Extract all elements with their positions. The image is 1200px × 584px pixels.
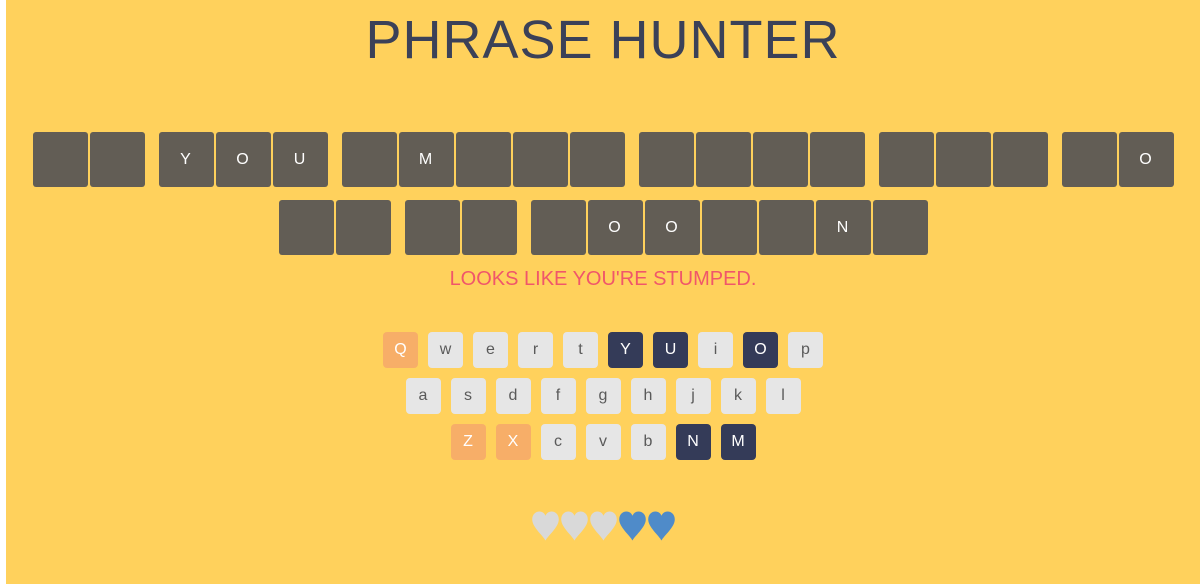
phrase-word: YOU (158, 132, 328, 187)
lost-heart-icon (531, 511, 559, 541)
key-p-button[interactable]: p (788, 332, 823, 368)
key-w-button[interactable]: w (428, 332, 463, 368)
key-i-button[interactable]: i (698, 332, 733, 368)
letter-tile-revealed: O (1118, 132, 1174, 187)
phrase-row: YOUMO (6, 132, 1200, 187)
keyboard-row: asdfghjkl (6, 378, 1200, 414)
key-f-button[interactable]: f (540, 378, 576, 414)
letter-tile-hidden (809, 132, 865, 187)
key-m-button[interactable]: M (720, 424, 756, 460)
lost-heart-icon (560, 511, 588, 541)
phrase-word (278, 200, 391, 255)
phrase-word: O (1061, 132, 1174, 187)
keyboard-row: QwertYUiOp (6, 332, 1200, 368)
key-e-button[interactable]: e (473, 332, 508, 368)
key-g-button[interactable]: g (585, 378, 621, 414)
key-k-button[interactable]: k (720, 378, 756, 414)
key-h-button[interactable]: h (630, 378, 666, 414)
status-message: LOOKS LIKE YOU'RE STUMPED. (449, 268, 757, 290)
key-n-button[interactable]: N (675, 424, 711, 460)
phrase-word (638, 132, 865, 187)
letter-tile-hidden (758, 200, 814, 255)
letter-tile-hidden (695, 132, 751, 187)
live-heart-icon (647, 511, 675, 541)
key-y-button[interactable]: Y (608, 332, 643, 368)
letter-tile-revealed: N (815, 200, 871, 255)
key-t-button[interactable]: t (563, 332, 598, 368)
letter-tile-revealed: Y (158, 132, 214, 187)
letter-tile-hidden (638, 132, 694, 187)
keyboard-row: ZXcvbNM (6, 424, 1200, 460)
letter-tile-revealed: O (644, 200, 700, 255)
letter-tile-hidden (992, 132, 1048, 187)
phrase-word: OO N (530, 200, 928, 255)
letter-tile-hidden (278, 200, 334, 255)
letter-tile-hidden (455, 132, 511, 187)
lost-heart-icon (589, 511, 617, 541)
key-s-button[interactable]: s (450, 378, 486, 414)
letter-tile-hidden (341, 132, 397, 187)
letter-tile-hidden (569, 132, 625, 187)
letter-tile-hidden (404, 200, 460, 255)
letter-tile-hidden (872, 200, 928, 255)
letter-tile-hidden (335, 200, 391, 255)
letter-tile-hidden (32, 132, 88, 187)
lives-scoreboard (6, 510, 1200, 542)
key-b-button[interactable]: b (630, 424, 666, 460)
key-v-button[interactable]: v (585, 424, 621, 460)
phrase-row: OO N (6, 200, 1200, 255)
key-z-button[interactable]: Z (450, 424, 486, 460)
letter-tile-revealed: O (587, 200, 643, 255)
key-o-button[interactable]: O (743, 332, 778, 368)
letter-tile-hidden (461, 200, 517, 255)
page-title: PHRASE HUNTER (365, 10, 841, 70)
letter-tile-hidden (752, 132, 808, 187)
letter-tile-revealed: U (272, 132, 328, 187)
key-l-button[interactable]: l (765, 378, 801, 414)
key-r-button[interactable]: r (518, 332, 553, 368)
key-x-button[interactable]: X (495, 424, 531, 460)
key-q-button[interactable]: Q (383, 332, 418, 368)
letter-tile-hidden (89, 132, 145, 187)
phrase-word: M (341, 132, 625, 187)
phrase-word (404, 200, 517, 255)
key-a-button[interactable]: a (405, 378, 441, 414)
key-j-button[interactable]: j (675, 378, 711, 414)
letter-tile-hidden (878, 132, 934, 187)
key-d-button[interactable]: d (495, 378, 531, 414)
letter-tile-hidden (935, 132, 991, 187)
key-u-button[interactable]: U (653, 332, 688, 368)
game-screen: PHRASE HUNTER YOUMO OON LOOKS LIKE YOU'R… (6, 0, 1200, 584)
key-c-button[interactable]: c (540, 424, 576, 460)
phrase-word (32, 132, 145, 187)
live-heart-icon (618, 511, 646, 541)
letter-tile-hidden (701, 200, 757, 255)
letter-tile-hidden (530, 200, 586, 255)
letter-tile-revealed: M (398, 132, 454, 187)
letter-tile-hidden (1061, 132, 1117, 187)
phrase-word (878, 132, 1048, 187)
letter-tile-hidden (512, 132, 568, 187)
letter-tile-revealed: O (215, 132, 271, 187)
